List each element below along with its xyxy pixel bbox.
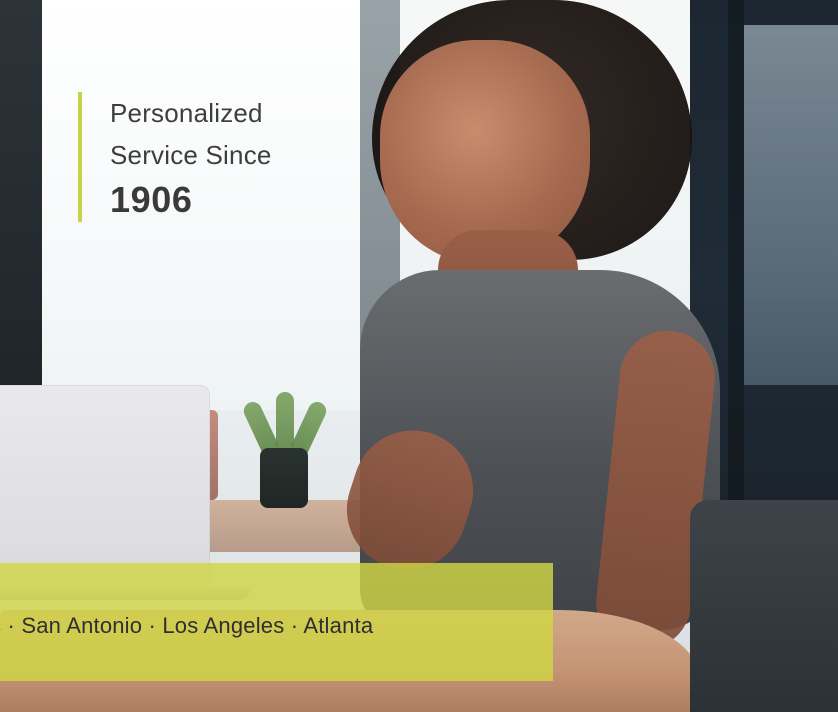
foreground-chair	[690, 500, 838, 712]
tagline-line-1: Personalized	[110, 98, 263, 128]
tagline-line-2: Service Since	[110, 140, 272, 170]
plant-pot	[260, 448, 308, 508]
locations-text: s · San Antonio · Los Angeles · Atlanta	[0, 613, 374, 638]
plant-icon	[240, 392, 330, 512]
tagline-year: 1906	[110, 179, 193, 220]
plant-leaf	[290, 399, 330, 454]
plant-leaf	[240, 399, 280, 454]
tagline: Personalized Service Since 1906	[78, 92, 272, 222]
laptop	[0, 385, 250, 600]
background-light-pane	[744, 25, 838, 385]
locations-bar: s · San Antonio · Los Angeles · Atlanta	[0, 563, 553, 681]
hero-section: Personalized Service Since 1906 s · San …	[0, 0, 838, 712]
window-frame-left	[0, 0, 42, 420]
